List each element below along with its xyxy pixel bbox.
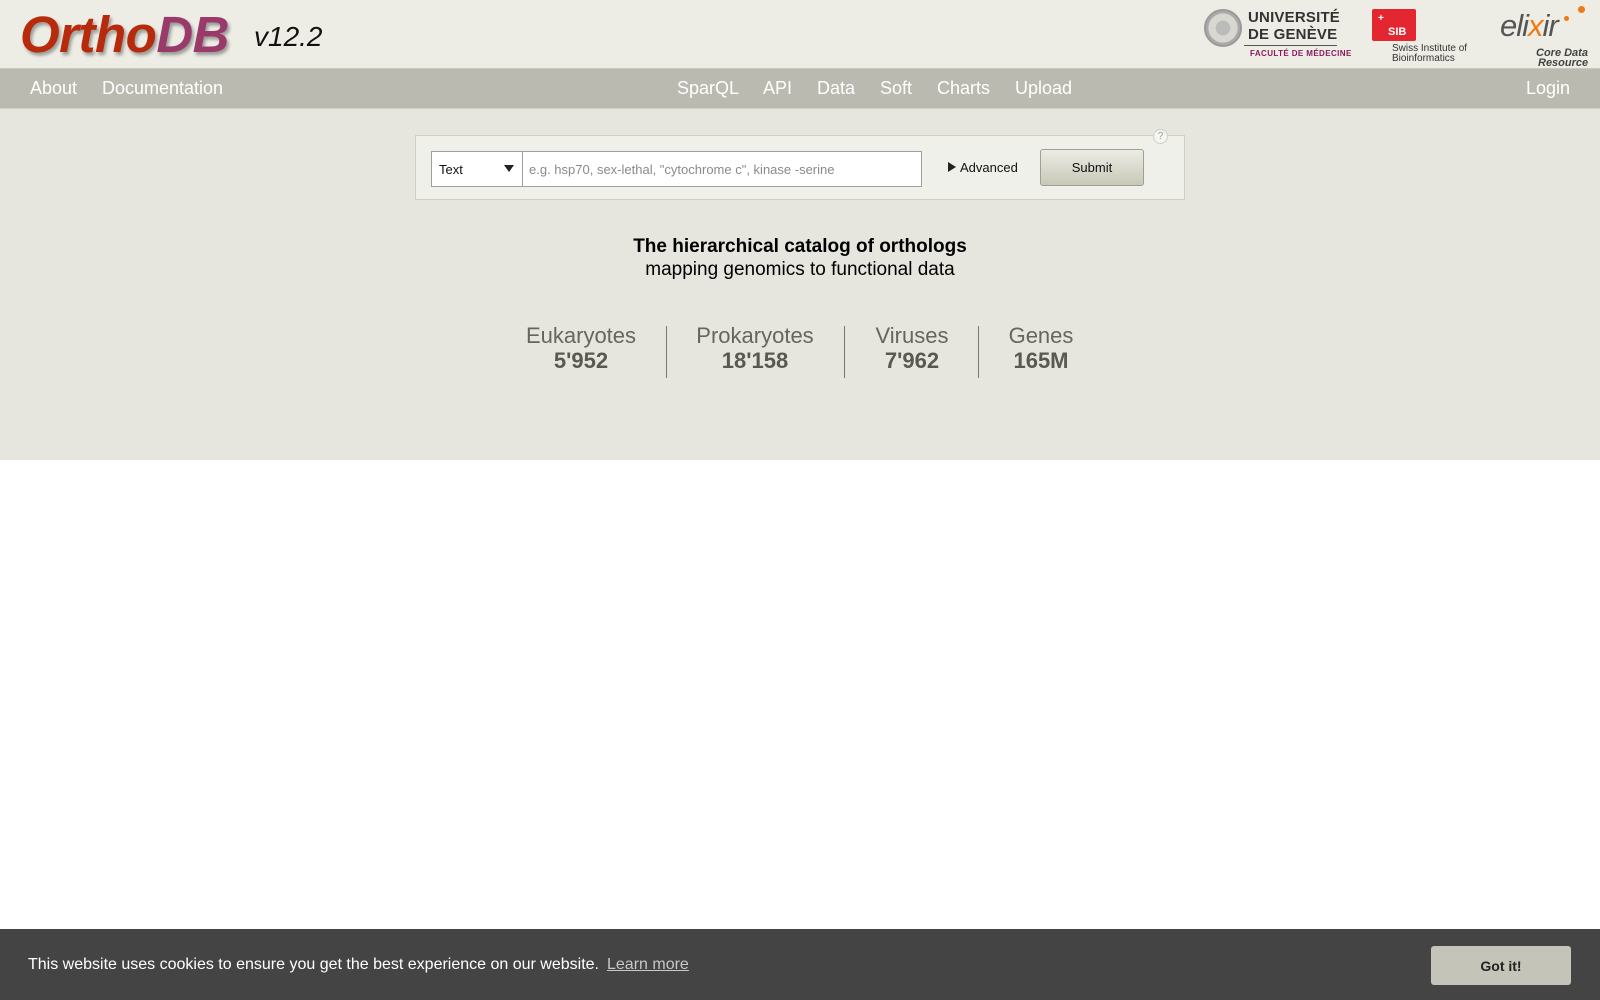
search-panel: ? Text Advanced Submit xyxy=(415,129,1185,200)
site-header: OrthoDB v12.2 UNIVERSITÉ DE GENÈVE FACUL… xyxy=(0,0,1600,69)
unige-seal-icon xyxy=(1204,9,1242,47)
stat-value: 5'952 xyxy=(553,348,609,373)
advanced-toggle[interactable]: Advanced xyxy=(948,160,1018,175)
nav-login[interactable]: Login xyxy=(1526,77,1570,99)
submit-button[interactable]: Submit xyxy=(1040,149,1144,186)
stat-divider xyxy=(844,326,845,378)
nav-soft[interactable]: Soft xyxy=(880,77,912,99)
nav-about[interactable]: About xyxy=(30,77,77,99)
sib-badge-text: SIB xyxy=(1388,26,1407,38)
advanced-label: Advanced xyxy=(960,160,1018,175)
logo-db: DB xyxy=(156,6,229,63)
stat-value: 7'962 xyxy=(884,348,940,373)
unige-line1: UNIVERSITÉ xyxy=(1248,9,1341,26)
elixir-dot-icon xyxy=(1578,6,1585,13)
help-icon[interactable]: ? xyxy=(1153,129,1168,144)
elixir-wordmark: elixir xyxy=(1500,8,1559,43)
stat-label: Viruses xyxy=(875,323,949,348)
nav-api[interactable]: API xyxy=(763,77,792,99)
nav-upload[interactable]: Upload xyxy=(1015,77,1072,99)
chevron-down-icon xyxy=(504,165,514,172)
stat-genes[interactable]: Genes 165M xyxy=(1002,324,1080,374)
sib-logo[interactable]: + SIB Swiss Institute of Bioinformatics xyxy=(1372,6,1480,66)
unige-divider xyxy=(1244,45,1337,46)
stat-label: Prokaryotes xyxy=(696,323,814,348)
cookie-message: This website uses cookies to ensure you … xyxy=(28,955,689,975)
tagline-subtitle: mapping genomics to functional data xyxy=(645,259,955,280)
swiss-cross-icon: + xyxy=(1378,13,1384,24)
learn-more-link[interactable]: Learn more xyxy=(607,956,689,973)
elixir-line2: Resource xyxy=(1538,57,1589,69)
cookie-banner: This website uses cookies to ensure you … xyxy=(0,929,1600,1000)
elixir-logo[interactable]: elixir Core Data Resource xyxy=(1500,6,1592,69)
unige-logo[interactable]: UNIVERSITÉ DE GENÈVE FACULTÉ DE MÉDECINE xyxy=(1204,6,1351,62)
logo-ortho: Ortho xyxy=(20,6,157,63)
cookie-accept-button[interactable]: Got it! xyxy=(1431,946,1571,985)
stat-divider xyxy=(978,326,979,378)
sib-badge: + SIB xyxy=(1372,9,1416,41)
nav-data[interactable]: Data xyxy=(817,77,855,99)
nav-documentation[interactable]: Documentation xyxy=(102,77,223,99)
main-nav: About Documentation SparQL API Data Soft… xyxy=(0,69,1600,109)
stat-label: Genes xyxy=(1008,323,1074,348)
triangle-right-icon xyxy=(948,162,956,172)
main-content: ? Text Advanced Submit The hierarchical … xyxy=(0,109,1600,460)
elixir-dot-icon xyxy=(1564,16,1569,21)
nav-charts[interactable]: Charts xyxy=(937,77,990,99)
search-type-value: Text xyxy=(439,162,463,177)
stat-viruses[interactable]: Viruses 7'962 xyxy=(868,324,956,374)
stat-label: Eukaryotes xyxy=(525,323,637,348)
unige-line3: FACULTÉ DE MÉDECINE xyxy=(1250,49,1352,58)
search-type-select[interactable]: Text xyxy=(431,151,522,187)
tagline-title: The hierarchical catalog of orthologs xyxy=(633,236,967,257)
search-input[interactable] xyxy=(522,151,922,187)
unige-line2: DE GENÈVE xyxy=(1248,26,1338,43)
nav-sparql[interactable]: SparQL xyxy=(677,77,739,99)
stat-value: 165M xyxy=(1013,348,1069,373)
sib-line2: Bioinformatics xyxy=(1392,53,1455,64)
stat-prokaryotes[interactable]: Prokaryotes 18'158 xyxy=(690,324,820,374)
orthodb-logo[interactable]: OrthoDB xyxy=(20,6,229,64)
stat-value: 18'158 xyxy=(721,348,789,373)
version-label: v12.2 xyxy=(254,21,323,52)
stat-divider xyxy=(666,326,667,378)
cookie-message-text: This website uses cookies to ensure you … xyxy=(28,956,599,973)
stat-eukaryotes[interactable]: Eukaryotes 5'952 xyxy=(520,324,642,374)
